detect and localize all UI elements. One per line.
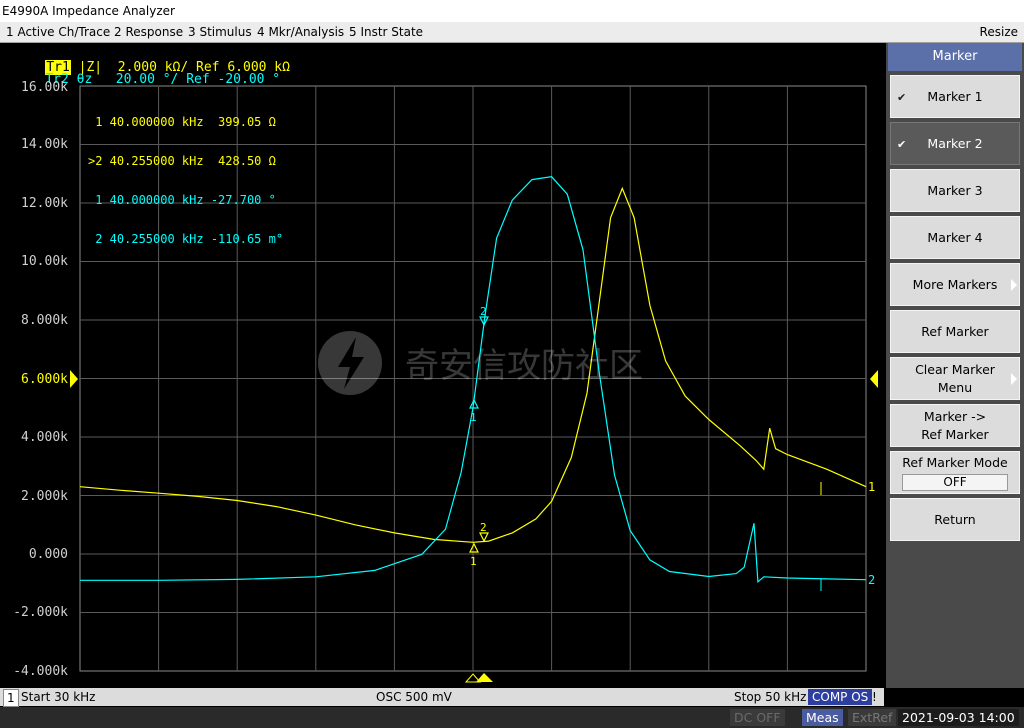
submenu-arrow-icon xyxy=(1011,373,1017,385)
menu-bar: 1 Active Ch/Trace 2 Response 3 Stimulus … xyxy=(0,22,1024,43)
button-label: Clear Marker Menu xyxy=(915,361,995,395)
channel-indicator[interactable]: 1 xyxy=(3,689,19,707)
return-button[interactable]: Return xyxy=(890,498,1020,541)
trace1-end-label: 1 xyxy=(868,480,875,494)
menu-mkr-analysis[interactable]: 4 Mkr/Analysis xyxy=(257,22,344,42)
marker2-tr1: 2 xyxy=(479,521,489,543)
marker-readout-line: 2 40.255000 kHz -110.65 m° xyxy=(88,232,284,246)
svg-text:2: 2 xyxy=(480,521,487,534)
osc-level[interactable]: OSC 500 mV xyxy=(376,688,452,706)
button-label: Marker 4 xyxy=(927,229,983,245)
clear-marker-menu-button[interactable]: Clear Marker Menu xyxy=(890,357,1020,400)
instrument-status-bar: DC OFF Meas ExtRef 2021-09-03 14:00 xyxy=(0,707,1024,728)
window-titlebar: E4990A Impedance Analyzer xyxy=(0,0,1024,22)
watermark-text: 奇安信攻防社区 xyxy=(405,346,643,386)
marker-1-button[interactable]: ✔ Marker 1 xyxy=(890,75,1020,118)
button-label: Ref Marker xyxy=(921,323,989,339)
button-label: Marker -> Ref Marker xyxy=(921,408,989,442)
ref-marker-mode-value: OFF xyxy=(902,474,1008,491)
status-bar: 1 Start 30 kHz OSC 500 mV Stop 50 kHz CO… xyxy=(0,688,884,707)
meas-status: Meas xyxy=(802,709,843,726)
marker-4-button[interactable]: Marker 4 xyxy=(890,216,1020,259)
warning-indicator: ! xyxy=(872,690,877,704)
softkey-menu-title: Marker xyxy=(888,43,1022,71)
svg-text:1: 1 xyxy=(470,555,477,568)
marker-readout-line: >2 40.255000 kHz 428.50 Ω xyxy=(88,154,276,168)
dc-status: DC OFF xyxy=(730,709,785,726)
trace2-end-label: 2 xyxy=(868,573,875,587)
extref-status: ExtRef xyxy=(848,709,897,726)
marker-2-button[interactable]: ✔ Marker 2 xyxy=(890,122,1020,165)
button-label: More Markers xyxy=(912,276,998,292)
check-icon: ✔ xyxy=(897,138,907,151)
more-markers-button[interactable]: More Markers xyxy=(890,263,1020,306)
button-label: Marker 3 xyxy=(927,182,983,198)
menu-stimulus[interactable]: 3 Stimulus xyxy=(188,22,252,42)
svg-text:1: 1 xyxy=(470,411,477,424)
marker-3-button[interactable]: Marker 3 xyxy=(890,169,1020,212)
comp-status-badge: COMP OS xyxy=(808,689,873,705)
svg-text:2: 2 xyxy=(480,305,487,318)
menu-instr-state[interactable]: 5 Instr State xyxy=(349,22,423,42)
marker-to-ref-marker-button[interactable]: Marker -> Ref Marker xyxy=(890,404,1020,447)
ref-level-left-arrow xyxy=(70,370,78,388)
button-label: Ref Marker Mode xyxy=(902,455,1008,470)
menu-active-ch-trace[interactable]: 1 Active Ch/Trace xyxy=(6,22,110,42)
stop-frequency[interactable]: Stop 50 kHz xyxy=(734,688,806,706)
watermark-logo-icon xyxy=(318,331,382,395)
stimulus-marker-2 xyxy=(476,673,493,682)
marker-readout-line: 1 40.000000 kHz -27.700 ° xyxy=(88,193,276,207)
ref-marker-mode-button[interactable]: Ref Marker Mode OFF xyxy=(890,451,1020,494)
date-time: 2021-09-03 14:00 xyxy=(898,709,1019,726)
button-label: Marker 2 xyxy=(927,135,983,151)
marker-readout: 1 40.000000 kHz 399.05 Ω >2 40.255000 kH… xyxy=(88,90,283,272)
ref-level-right-arrow xyxy=(870,370,878,388)
marker1-tr1: 1 xyxy=(469,542,479,568)
ref-marker-button[interactable]: Ref Marker xyxy=(890,310,1020,353)
softkey-panel: Marker ✔ Marker 1 ✔ Marker 2 Marker 3 Mark… xyxy=(886,43,1024,688)
menu-response[interactable]: 2 Response xyxy=(114,22,183,42)
check-icon: ✔ xyxy=(897,91,907,104)
button-label: Return xyxy=(934,511,976,527)
resize-button[interactable]: Resize xyxy=(980,22,1018,42)
measurement-display: Tr1 |Z| 2.000 kΩ/ Ref 6.000 kΩ Tr2 θz 20… xyxy=(0,43,884,686)
marker-readout-line: 1 40.000000 kHz 399.05 Ω xyxy=(88,115,276,129)
window-title: E4990A Impedance Analyzer xyxy=(2,4,175,18)
start-frequency[interactable]: Start 30 kHz xyxy=(21,688,95,706)
button-label: Marker 1 xyxy=(927,88,983,104)
submenu-arrow-icon xyxy=(1011,279,1017,291)
